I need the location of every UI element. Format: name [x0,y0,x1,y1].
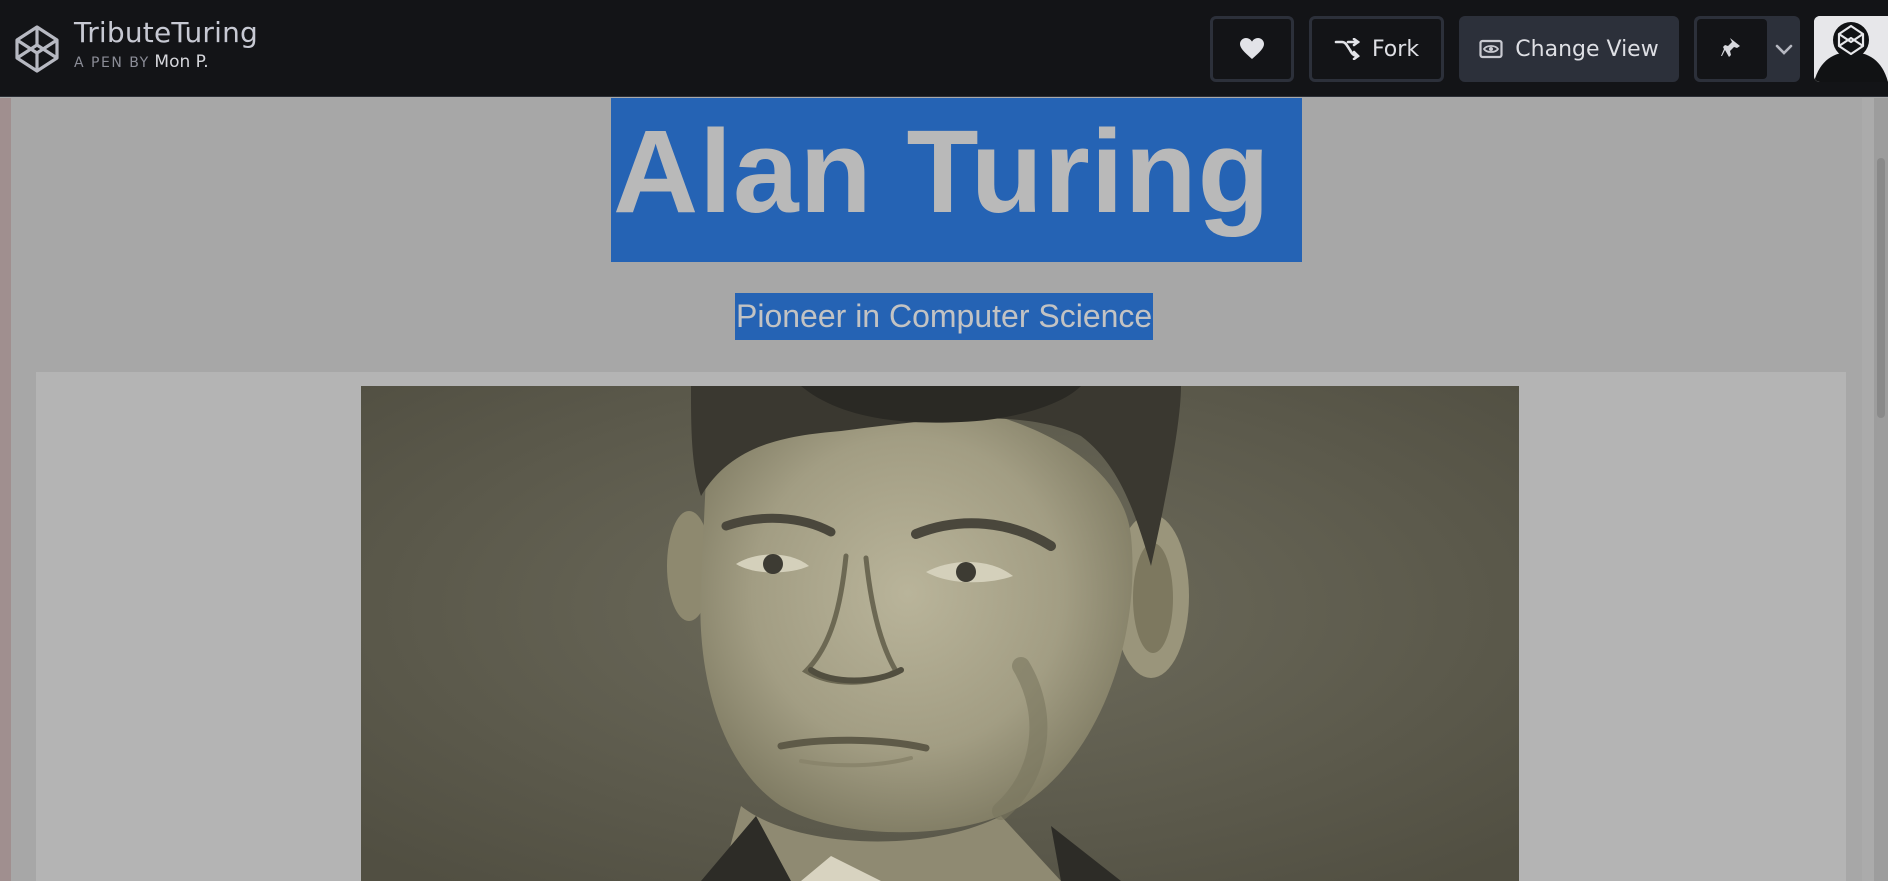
pen-title[interactable]: TributeTuring [74,16,258,50]
main-title: Alan Turing [613,106,1271,238]
chevron-down-icon [1775,44,1793,55]
portrait-image [361,386,1519,881]
pin-icon [1721,38,1740,57]
codepen-avatar-icon [1814,16,1888,82]
fork-button[interactable]: Fork [1309,16,1444,82]
pin-button-group [1694,16,1800,82]
like-button[interactable] [1210,16,1294,82]
subtitle: Pioneer in Computer Science [735,293,1154,340]
byline-prefix: A PEN BY [74,55,150,71]
heart-icon [1240,38,1264,59]
preview-scroll-gutter [1862,98,1874,881]
change-view-button[interactable]: Change View [1459,16,1679,82]
image-container [36,372,1846,881]
fork-label: Fork [1371,36,1420,62]
portrait-illustration [361,386,1519,881]
pin-dropdown-button[interactable] [1768,16,1800,82]
main-title-highlight: Alan Turing [611,98,1302,262]
codepen-logo-icon[interactable] [14,24,60,74]
codepen-header: TributeTuring A PEN BY Mon P. Fork Chang… [0,0,1888,97]
change-view-label: Change View [1515,36,1659,62]
pen-title-block: TributeTuring A PEN BY Mon P. [74,16,258,73]
eye-icon [1479,39,1503,59]
preview-scrollbar[interactable] [1874,98,1888,881]
scrollbar-thumb[interactable] [1877,158,1885,418]
pin-button[interactable] [1697,19,1767,79]
byline: A PEN BY Mon P. [74,52,258,73]
fork-icon [1334,38,1360,60]
author-link[interactable]: Mon P. [154,52,208,72]
user-avatar[interactable] [1814,16,1888,82]
pen-preview: Alan Turing Pioneer in Computer Science [0,98,1888,881]
preview-left-edge [0,98,11,881]
